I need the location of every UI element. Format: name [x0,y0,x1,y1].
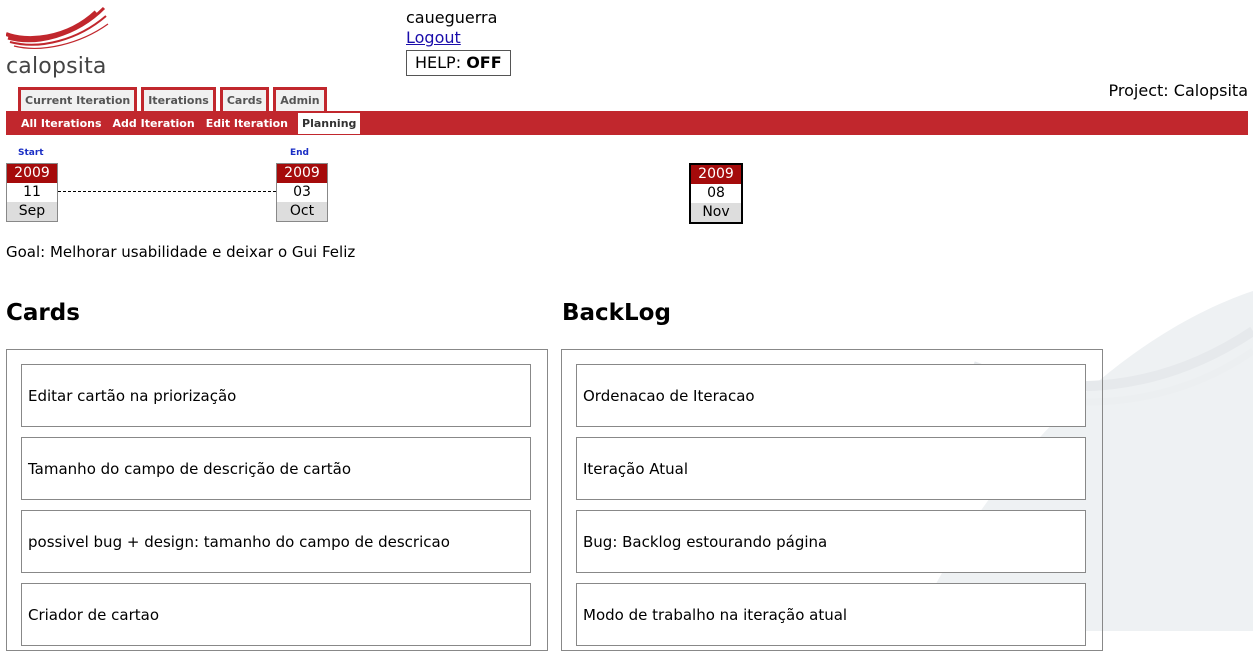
subnav-edit-iteration[interactable]: Edit Iteration [200,117,293,135]
subnav-planning[interactable]: Planning [297,112,362,135]
start-date-label: Start [18,148,44,158]
tab-current-iteration[interactable]: Current Iteration [18,87,138,111]
logo-swoosh-icon [6,6,109,49]
card-item[interactable]: Editar cartão na priorização [21,364,531,427]
tab-admin[interactable]: Admin [273,87,327,111]
today-month: Nov [691,203,741,222]
backlog-heading: BackLog [562,300,671,326]
end-year: 2009 [277,164,327,183]
sub-navigation-bar: All Iterations Add Iteration Edit Iterat… [6,111,1248,135]
tab-iterations[interactable]: Iterations [141,87,216,111]
user-box: caueguerra Logout HELP: OFF [406,8,511,76]
cards-heading: Cards [6,300,80,326]
iteration-timeline-line [58,191,276,192]
backlog-item[interactable]: Bug: Backlog estourando página [576,510,1086,573]
end-date-calendar: 2009 03 Oct [276,163,328,222]
start-month: Sep [7,202,57,221]
today-year: 2009 [691,165,741,184]
cards-list: Editar cartão na priorização Tamanho do … [6,349,548,651]
end-day: 03 [277,183,327,202]
main-tabs: Current Iteration Iterations Cards Admin [18,87,327,111]
calopsita-logo[interactable]: calopsita [6,6,116,79]
backlog-item[interactable]: Ordenacao de Iteracao [576,364,1086,427]
logo-wordmark: calopsita [6,54,107,79]
start-day: 11 [7,183,57,202]
username: caueguerra [406,8,498,27]
backlog-list: Ordenacao de Iteracao Iteração Atual Bug… [561,349,1103,651]
help-toggle-button[interactable]: HELP: OFF [406,50,511,76]
help-state: OFF [466,53,502,72]
project-label: Project: Calopsita [1108,81,1248,100]
subnav-add-iteration[interactable]: Add Iteration [107,117,200,135]
tab-cards[interactable]: Cards [219,87,270,111]
card-item[interactable]: Tamanho do campo de descrição de cartão [21,437,531,500]
start-date-calendar: 2009 11 Sep [6,163,58,222]
end-month: Oct [277,202,327,221]
iteration-goal: Goal: Melhorar usabilidade e deixar o Gu… [6,243,356,261]
today-day: 08 [691,184,741,203]
today-calendar: 2009 08 Nov [689,163,743,224]
end-date-label: End [290,148,309,158]
logout-link[interactable]: Logout [406,28,511,48]
subnav-all-iterations[interactable]: All Iterations [15,117,107,135]
backlog-item[interactable]: Iteração Atual [576,437,1086,500]
card-item[interactable]: possivel bug + design: tamanho do campo … [21,510,531,573]
start-year: 2009 [7,164,57,183]
help-label: HELP: [415,53,462,72]
card-item[interactable]: Criador de cartao [21,583,531,646]
backlog-item[interactable]: Modo de trabalho na iteração atual [576,583,1086,646]
